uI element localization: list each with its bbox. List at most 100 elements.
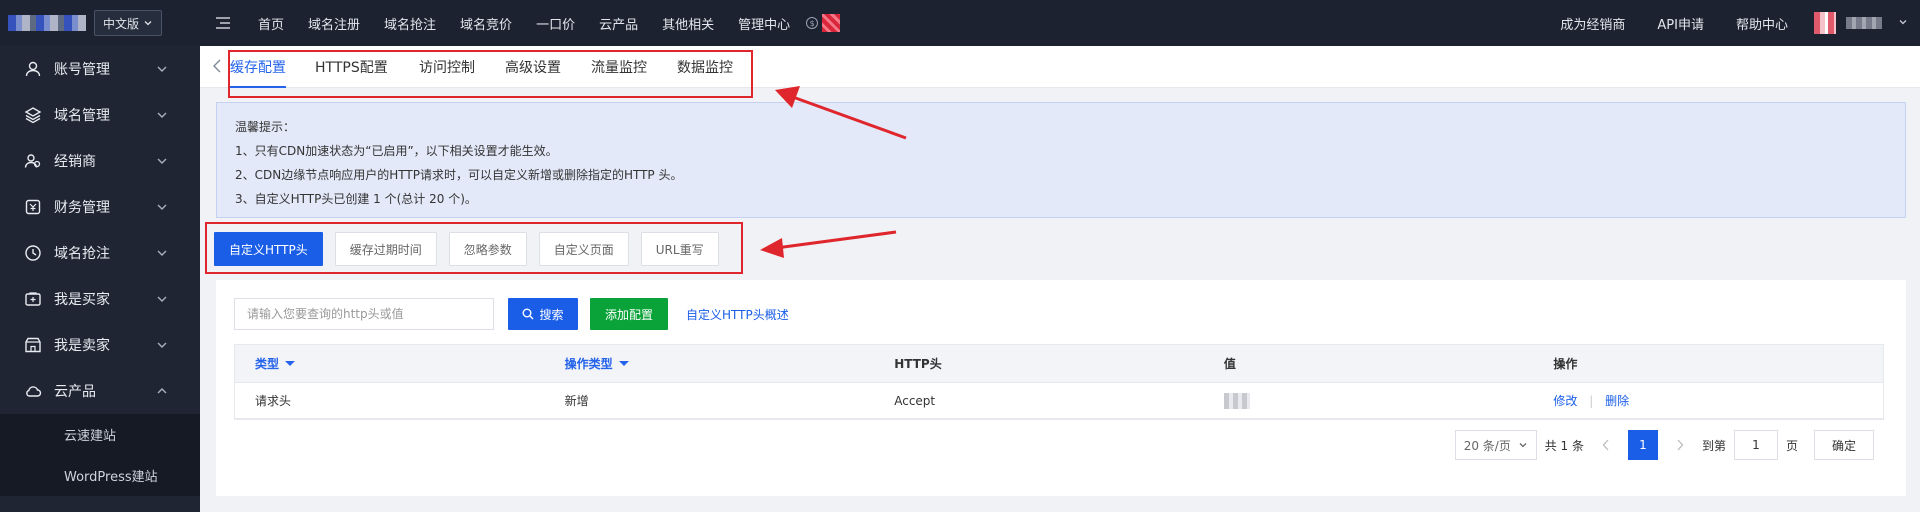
column-op-type[interactable]: 操作类型	[545, 355, 875, 372]
page-number-current[interactable]: 1	[1627, 430, 1658, 460]
notice-line: 1、只有CDN加速状态为“已启用”，以下相关设置才能生效。	[235, 144, 558, 158]
sidebar-item-label: 我是买家	[54, 292, 110, 308]
nav-become-reseller[interactable]: 成为经销商	[1544, 0, 1641, 46]
tab-label: 流量监控	[591, 60, 647, 76]
column-http-header: HTTP头	[894, 357, 942, 371]
nav-other[interactable]: 其他相关	[650, 0, 726, 46]
column-value: 值	[1223, 357, 1236, 371]
value-redacted	[1223, 392, 1250, 409]
sidebar-item-label: 域名抢注	[54, 246, 110, 262]
nav-domain-auction[interactable]: 域名竞价	[448, 0, 524, 46]
tab-label: 访问控制	[419, 60, 475, 76]
doc-link[interactable]: 自定义HTTP头概述	[686, 298, 789, 330]
goto-page-input[interactable]: 1	[1733, 430, 1778, 460]
sidebar-item-seller[interactable]: 我是卖家	[0, 322, 200, 368]
table-row: 请求头 新增 Accept 修改 | 删除	[235, 383, 1883, 419]
chevron-down-icon	[157, 250, 167, 256]
add-config-button[interactable]: 添加配置	[590, 298, 668, 330]
search-button[interactable]: 搜索	[508, 298, 578, 330]
logo[interactable]: 中文版	[0, 0, 200, 46]
main-content: 缓存配置 HTTPS配置 访问控制 高级设置 流量监控 数据监控 温馨提示： 1…	[200, 46, 1920, 512]
sidebar-item-buyer[interactable]: 我是买家	[0, 276, 200, 322]
language-label: 中文版	[103, 16, 140, 31]
chevron-down-icon[interactable]	[1898, 17, 1908, 30]
sidebar-item-label: 财务管理	[54, 200, 110, 216]
goto-label: 到第	[1701, 438, 1726, 453]
chevron-right-icon[interactable]	[1666, 430, 1694, 460]
sidebar-item-label: 域名管理	[54, 108, 110, 124]
finance-icon	[24, 198, 42, 216]
cell-op-type: 新增	[564, 394, 589, 408]
cell-actions: 修改 | 删除	[1533, 392, 1883, 409]
pagination: 20 条/页 共 1 条 1 到第 1 页 确定	[1454, 430, 1874, 460]
sidebar-item-backorder[interactable]: 域名抢注	[0, 230, 200, 276]
subtab-custom-page[interactable]: 自定义页面	[538, 232, 629, 266]
sort-caret-icon	[285, 361, 296, 366]
nav-fixed-price[interactable]: 一口价	[524, 0, 587, 46]
delete-link[interactable]: 删除	[1605, 394, 1629, 408]
cell-http-header: Accept	[894, 393, 936, 408]
avatar[interactable]	[1814, 12, 1836, 34]
confirm-button[interactable]: 确定	[1814, 430, 1874, 460]
tab-https-config[interactable]: HTTPS配置	[303, 46, 400, 88]
main-nav: 首页 域名注册 域名抢注 域名竞价 一口价 云产品 其他相关 管理中心 $	[246, 0, 841, 46]
sidebar-item-account[interactable]: 账号管理	[0, 46, 200, 92]
sidebar-item-domain[interactable]: 域名管理	[0, 92, 200, 138]
sidebar-item-finance[interactable]: 财务管理	[0, 184, 200, 230]
notice-line: 2、CDN边缘节点响应用户的HTTP请求时，可以自定义新增或删除指定的HTTP …	[235, 168, 683, 182]
notice-title: 温馨提示：	[235, 120, 296, 134]
nav-domain-backorder[interactable]: 域名抢注	[372, 0, 448, 46]
nav-home[interactable]: 首页	[246, 0, 296, 46]
subtab-ignore-params[interactable]: 忽略参数	[448, 232, 527, 266]
chevron-up-icon	[157, 388, 167, 394]
column-type[interactable]: 类型	[235, 355, 545, 372]
sidebar-item-cloud[interactable]: 云产品	[0, 368, 200, 414]
subtab-url-rewrite[interactable]: URL重写	[640, 232, 719, 266]
tab-traffic-monitor[interactable]: 流量监控	[579, 46, 659, 88]
nav-api-apply[interactable]: API申请	[1641, 0, 1720, 46]
menu-toggle-icon[interactable]	[200, 0, 246, 46]
sidebar-submenu: 云速建站 WordPress建站	[0, 414, 200, 496]
tab-label: 高级设置	[505, 60, 561, 76]
subtab-custom-http-header[interactable]: 自定义HTTP头	[214, 232, 323, 266]
tab-data-monitor[interactable]: 数据监控	[665, 46, 745, 88]
store-icon	[24, 336, 42, 354]
clock-icon	[24, 244, 42, 262]
search-icon	[522, 308, 534, 320]
nav-badge[interactable]: $	[806, 12, 841, 34]
chevron-down-icon	[157, 296, 167, 302]
chevron-down-icon	[157, 66, 167, 72]
tab-cache-config[interactable]: 缓存配置	[218, 46, 298, 88]
page-size-select[interactable]: 20 条/页	[1454, 430, 1537, 460]
subtab-cache-expiry[interactable]: 缓存过期时间	[334, 232, 437, 266]
nav-management[interactable]: 管理中心	[726, 0, 802, 46]
edit-link[interactable]: 修改	[1553, 394, 1577, 408]
search-button-label: 搜索	[539, 307, 564, 322]
search-input[interactable]	[234, 298, 494, 330]
nav-cloud-products[interactable]: 云产品	[587, 0, 650, 46]
language-switch[interactable]: 中文版	[94, 10, 163, 36]
sidebar-subitem-site-builder[interactable]: 云速建站	[0, 414, 200, 455]
sidebar-item-reseller[interactable]: 经销商	[0, 138, 200, 184]
top-navbar: 中文版 首页 域名注册 域名抢注 域名竞价 一口价 云产品 其他相关 管理中心 …	[0, 0, 1920, 46]
chevron-left-icon[interactable]	[1592, 430, 1620, 460]
table-header: 类型 操作类型 HTTP头 值 操作	[235, 345, 1883, 383]
cell-value	[1204, 392, 1534, 409]
badge-icon: $	[806, 17, 819, 29]
chevron-down-icon	[1519, 443, 1527, 448]
user-icon	[24, 60, 42, 78]
chevron-down-icon	[157, 342, 167, 348]
tab-access-control[interactable]: 访问控制	[407, 46, 487, 88]
sidebar-subitem-wordpress[interactable]: WordPress建站	[0, 455, 200, 496]
nav-domain-register[interactable]: 域名注册	[296, 0, 372, 46]
logo-image	[8, 15, 86, 31]
sidebar-item-label: 云产品	[54, 384, 96, 400]
chevron-down-icon	[157, 112, 167, 118]
notice-box: 温馨提示： 1、只有CDN加速状态为“已启用”，以下相关设置才能生效。 2、CD…	[216, 102, 1906, 218]
badge-image	[822, 14, 841, 32]
tab-advanced-settings[interactable]: 高级设置	[493, 46, 573, 88]
sidebar-item-label: 账号管理	[54, 62, 110, 78]
column-actions: 操作	[1553, 357, 1578, 371]
user-name[interactable]	[1846, 17, 1882, 29]
nav-help-center[interactable]: 帮助中心	[1720, 0, 1804, 46]
